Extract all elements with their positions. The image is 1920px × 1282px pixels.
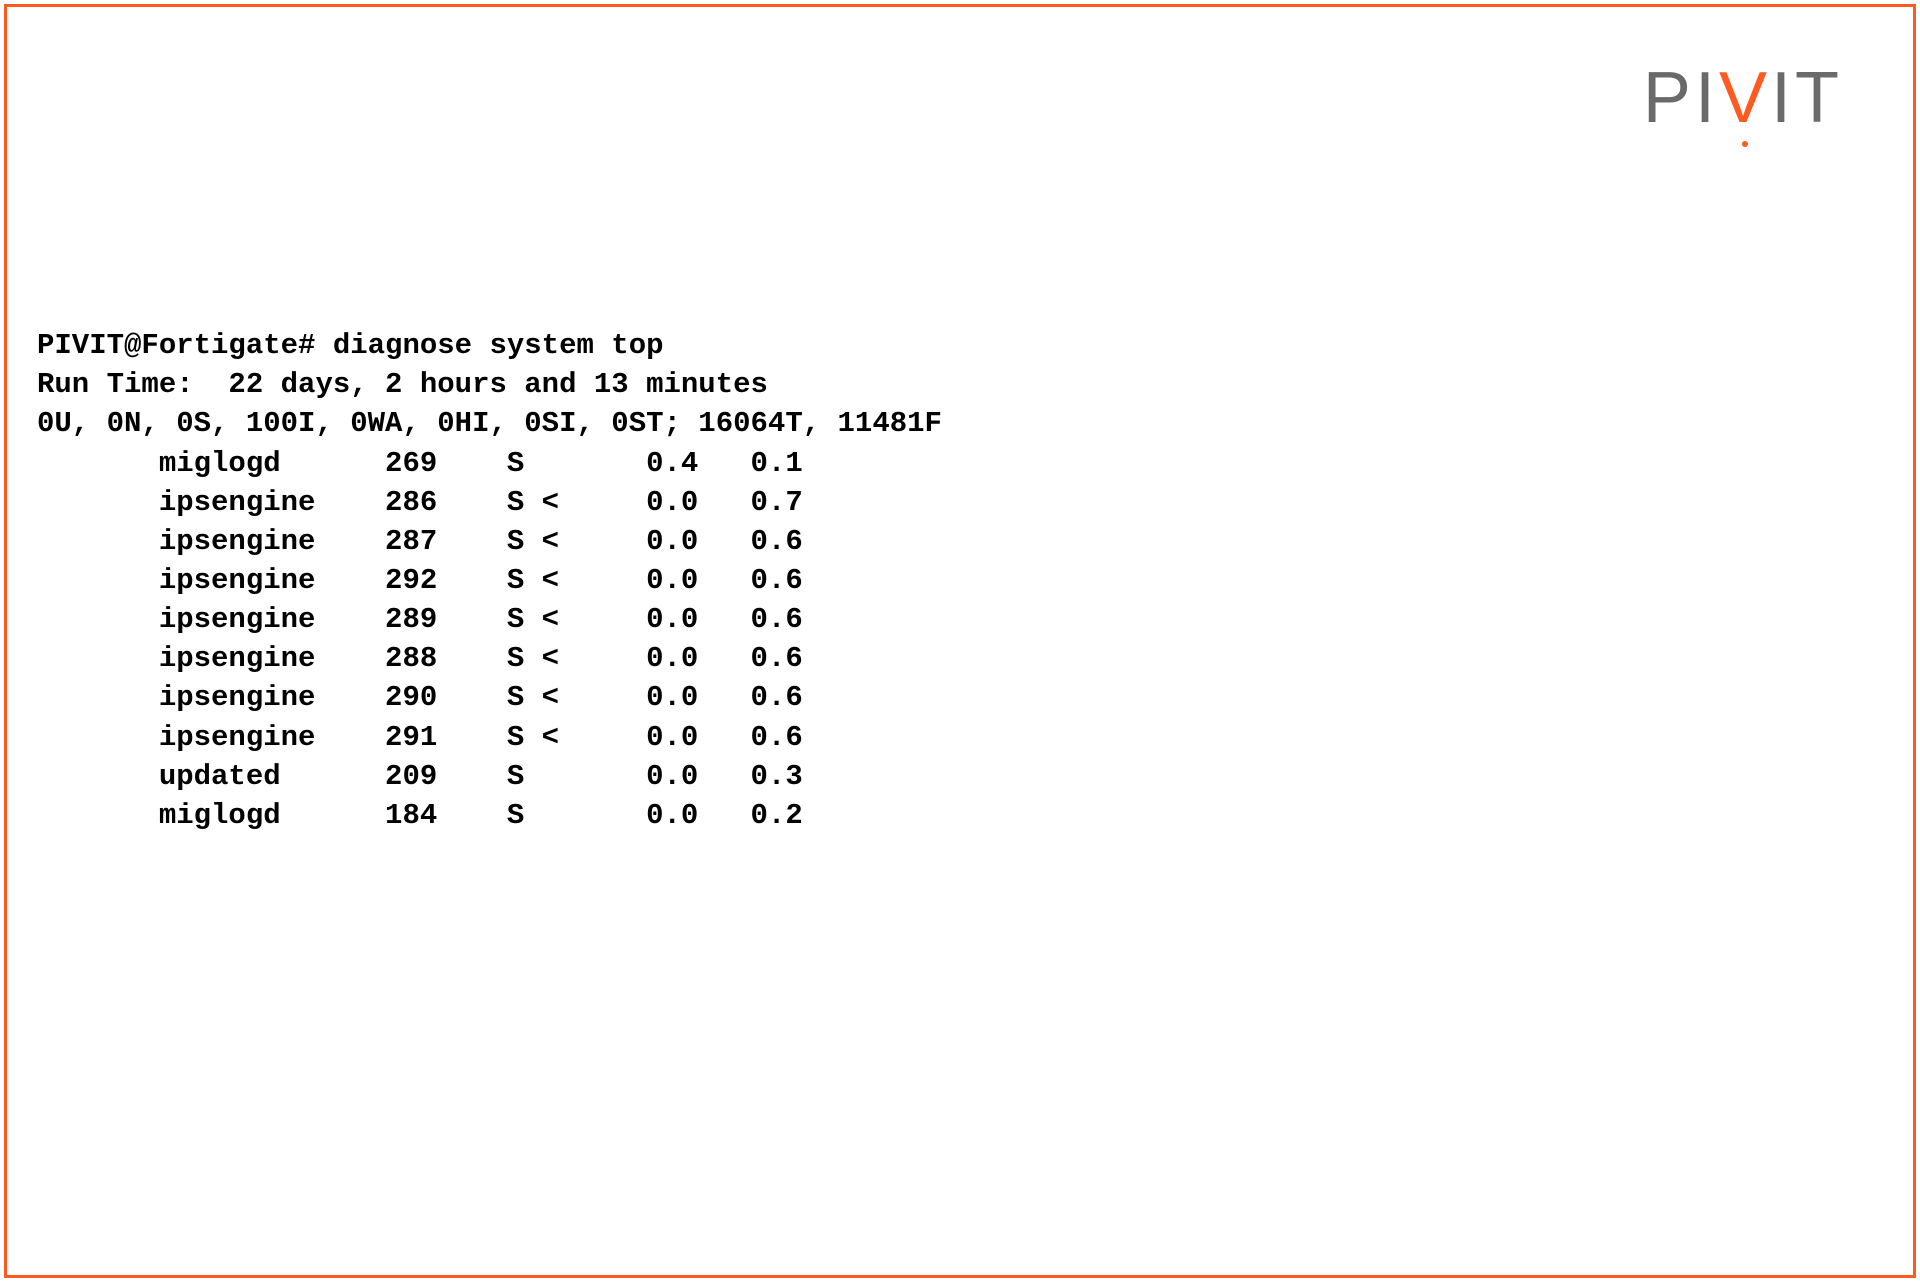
runtime-line: Run Time: 22 days, 2 hours and 13 minute… bbox=[37, 368, 768, 401]
pivit-logo: P I V I T bbox=[1643, 57, 1843, 139]
stats-line: 0U, 0N, 0S, 100I, 0WA, 0HI, 0SI, 0ST; 16… bbox=[37, 407, 942, 440]
outer-frame: P I V I T PIVIT@Fortigate# diagnose syst… bbox=[4, 4, 1916, 1278]
logo-letter-v: V bbox=[1719, 57, 1771, 139]
process-list: miglogd 269 S 0.4 0.1 ipsengine 286 S < … bbox=[37, 444, 942, 835]
logo-letter-t: T bbox=[1795, 57, 1843, 139]
logo-letter-i2: I bbox=[1771, 57, 1795, 139]
logo-dot-icon bbox=[1742, 141, 1748, 147]
prompt-line: PIVIT@Fortigate# diagnose system top bbox=[37, 329, 664, 362]
process-rows: miglogd 269 S 0.4 0.1 ipsengine 286 S < … bbox=[37, 444, 942, 835]
terminal-output: PIVIT@Fortigate# diagnose system top Run… bbox=[37, 287, 942, 835]
logo-letter-v-glyph: V bbox=[1719, 58, 1771, 138]
logo-letter-p: P bbox=[1643, 57, 1695, 139]
logo-letter-i1: I bbox=[1695, 57, 1719, 139]
